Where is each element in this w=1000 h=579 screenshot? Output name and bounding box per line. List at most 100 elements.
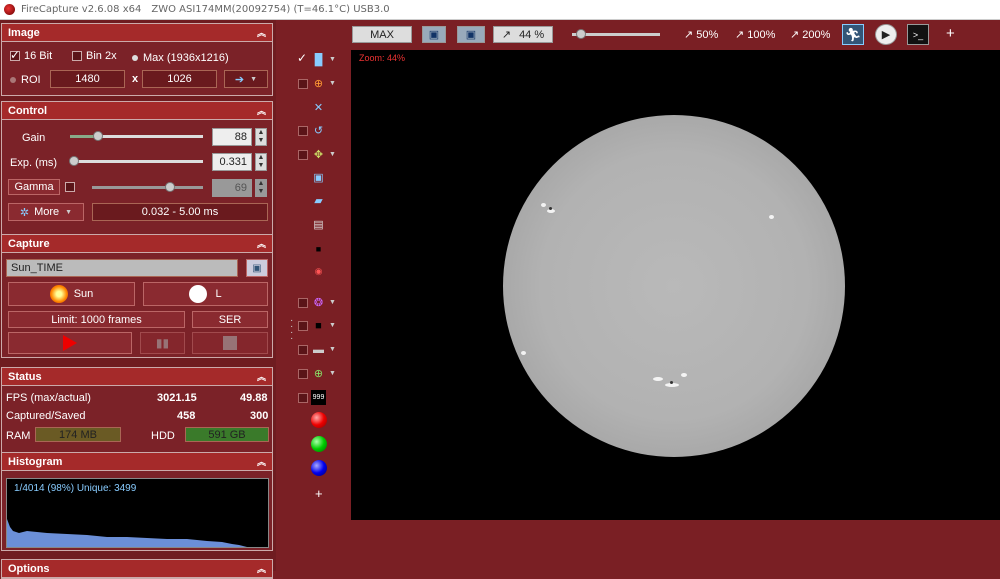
gamma-button[interactable]: Gamma	[8, 179, 60, 195]
tool-black[interactable]: ■ ▼	[298, 318, 336, 333]
checkbox-icon[interactable]	[297, 51, 308, 65]
max-button[interactable]: MAX	[352, 26, 412, 43]
tool-save[interactable]: ▣	[298, 170, 326, 185]
tool-color[interactable]: ❂ ▼	[298, 295, 336, 310]
bit16-label: 16 Bit	[24, 50, 53, 62]
start-capture-button[interactable]	[8, 332, 132, 354]
blue-channel-icon[interactable]	[311, 460, 327, 476]
max-radio[interactable]: Max (1936x1216)	[132, 52, 229, 64]
collapse-icon[interactable]: ︽	[257, 104, 266, 117]
roi-height-input[interactable]: 1026	[142, 70, 217, 88]
checkbox-icon[interactable]	[298, 344, 308, 355]
tool-trash[interactable]: ▤	[298, 217, 326, 232]
histogram-panel-header[interactable]: Histogram ︽	[2, 453, 272, 471]
zoom-value: 44 %	[519, 28, 545, 41]
gain-value[interactable]: 88	[212, 128, 252, 146]
pause-capture-button[interactable]: ▮▮	[140, 332, 185, 354]
zoom-50-button[interactable]: ↗ 50%	[684, 28, 718, 41]
capture-panel-header[interactable]: Capture ︽	[2, 235, 272, 253]
exposure-slider[interactable]	[69, 156, 203, 166]
monitor-icon[interactable]: ▣	[457, 26, 485, 43]
zoom-display[interactable]: ↗ 44 %	[493, 26, 553, 43]
slider-knob[interactable]	[164, 182, 175, 192]
runner-icon[interactable]: 🏃︎	[842, 24, 864, 45]
gamma-value[interactable]: 69	[212, 179, 252, 197]
format-button[interactable]: SER	[192, 311, 268, 328]
control-panel-header[interactable]: Control ︽	[2, 102, 272, 120]
tool-darkframe[interactable]: ■	[298, 241, 326, 256]
ram-meter: 174 MB	[35, 427, 121, 442]
collapse-icon[interactable]: ︽	[257, 237, 266, 250]
bin2x-checkbox[interactable]: Bin 2x	[72, 50, 117, 62]
checkbox-icon[interactable]	[298, 149, 308, 160]
zoom-arrow-icon: ↗	[501, 29, 512, 41]
tool-rotate[interactable]: ↺	[298, 123, 326, 138]
capture-name-input[interactable]: Sun_TIME	[6, 259, 238, 277]
zoom-slider[interactable]	[572, 29, 660, 39]
options-panel-header[interactable]: Options ︽	[2, 560, 272, 578]
tool-target[interactable]: ⊕ ▼	[298, 366, 336, 381]
slider-knob[interactable]	[92, 131, 103, 141]
slider-knob[interactable]	[69, 156, 79, 166]
status-panel-header[interactable]: Status ︽	[2, 368, 272, 386]
gamma-checkbox[interactable]	[65, 182, 75, 192]
checkbox-icon[interactable]	[298, 297, 308, 308]
tool-gray[interactable]: ▬ ▼	[298, 342, 336, 357]
add-button[interactable]: +	[946, 25, 955, 42]
gamma-slider[interactable]	[92, 182, 203, 192]
fullscreen-icon[interactable]: ▣	[422, 26, 446, 43]
sun-disk	[503, 115, 845, 457]
viewer-footer	[351, 520, 1000, 571]
tool-flatframe[interactable]: ◉	[298, 264, 326, 279]
fps-label: FPS (max/actual)	[6, 392, 91, 404]
zoom-100-button[interactable]: ↗ 100%	[735, 28, 775, 41]
gain-spinner[interactable]: ▲ ▼	[255, 128, 267, 146]
green-channel-icon[interactable]	[311, 436, 327, 452]
checkbox-icon[interactable]	[298, 125, 308, 136]
folder-icon[interactable]: ▣	[246, 259, 268, 277]
tool-crosshair[interactable]: ⊕ ▼	[298, 76, 336, 91]
filter-button[interactable]: L	[143, 282, 268, 306]
video-play-icon[interactable]: ▶	[875, 24, 897, 45]
profile-label: Sun	[73, 288, 94, 300]
roi-radio[interactable]: ROI	[10, 74, 41, 86]
frame-limit-button[interactable]: Limit: 1000 frames	[8, 311, 185, 328]
roi-width-input[interactable]: 1480	[50, 70, 125, 88]
roi-preset-dropdown[interactable]: ➔ ▼	[224, 70, 268, 88]
exposure-spinner[interactable]: ▲ ▼	[255, 153, 267, 171]
pause-icon: ▮▮	[155, 336, 170, 350]
exposure-label: Exp. (ms)	[10, 157, 58, 169]
tool-folder[interactable]: ▰	[298, 193, 326, 208]
red-channel-icon[interactable]	[311, 412, 327, 428]
collapse-icon[interactable]: ︽	[257, 562, 266, 575]
slider-knob[interactable]	[576, 29, 586, 39]
checkbox-icon[interactable]	[298, 78, 308, 89]
tool-overlay[interactable]: ✥ ▼	[298, 147, 336, 162]
tool-histogram[interactable]: ▐▌▼	[297, 51, 336, 67]
collapse-icon[interactable]: ︽	[257, 26, 266, 39]
profile-button[interactable]: Sun	[8, 282, 135, 306]
zoom-200-button[interactable]: ↗ 200%	[790, 28, 830, 41]
image-panel-header[interactable]: Image ︽	[2, 24, 272, 42]
color-wheel-icon: ❂	[313, 297, 324, 309]
collapse-icon[interactable]: ︽	[257, 370, 266, 383]
gain-slider[interactable]	[70, 131, 203, 141]
gear-icon: ✲	[19, 206, 30, 219]
more-button[interactable]: ✲ More ▼	[8, 203, 84, 221]
terminal-icon[interactable]: >_	[907, 24, 929, 45]
drag-handle-icon[interactable]: · · · ·	[290, 316, 293, 344]
checkbox-icon[interactable]	[298, 320, 308, 331]
stop-capture-button[interactable]	[192, 332, 268, 354]
bit16-checkbox[interactable]: 16 Bit	[10, 48, 53, 62]
collapse-icon[interactable]: ︽	[257, 455, 266, 468]
sunspot	[670, 381, 673, 384]
checkbox-icon[interactable]	[298, 368, 308, 379]
checkbox-icon[interactable]	[298, 392, 308, 403]
radio-icon	[132, 55, 138, 61]
exposure-value[interactable]: 0.331	[212, 153, 252, 171]
tool-flip[interactable]: ✕	[298, 100, 326, 115]
add-tool-button[interactable]: +	[315, 486, 323, 501]
target-icon: ⊕	[313, 368, 324, 380]
tool-counter[interactable]: 999	[298, 390, 326, 405]
gamma-spinner[interactable]: ▲ ▼	[255, 179, 267, 197]
